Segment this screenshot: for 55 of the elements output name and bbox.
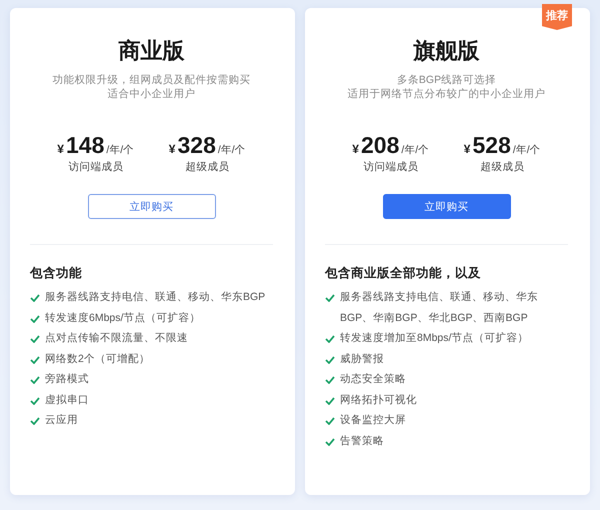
price-amount: 208 <box>360 132 400 158</box>
check-icon <box>30 396 40 404</box>
check-icon <box>30 314 40 322</box>
currency-symbol: ¥ <box>57 142 64 156</box>
plan-title: 商业版 <box>118 38 186 64</box>
check-icon <box>30 294 40 302</box>
price-unit: /年/个 <box>401 143 430 157</box>
price-label: 访问端成员 <box>363 160 418 174</box>
check-icon <box>325 356 335 364</box>
plan-title: 旗舰版 <box>412 38 480 64</box>
feature-text: 动态安全策略 <box>340 372 406 387</box>
recommend-badge: 推荐 <box>542 4 572 30</box>
price-unit: /年/个 <box>512 143 541 157</box>
price-unit: /年/个 <box>218 143 246 157</box>
price-amount: 328 <box>177 132 216 158</box>
feature-text: 服务器线路支持电信、联通、移动、华东BGP <box>45 290 266 305</box>
plan-description: 适合中小企业用户 <box>106 87 196 101</box>
feature-text: 转发速度6Mbps/节点（可扩容） <box>45 310 200 326</box>
check-icon <box>30 376 40 384</box>
feature-text: 威胁警报 <box>340 352 384 366</box>
feature-text: 网络拓扑可视化 <box>340 392 417 408</box>
check-icon <box>325 396 335 404</box>
feature-text: 转发速度增加至8Mbps/节点（可扩容） <box>340 331 528 346</box>
currency-symbol: ¥ <box>352 142 359 156</box>
currency-symbol: ¥ <box>464 142 470 156</box>
buy-button[interactable]: 立即购买 <box>382 194 510 219</box>
feature-text: 旁路模式 <box>45 372 89 387</box>
feature-text: 点对点传输不限流量、不限速 <box>45 331 188 346</box>
currency-symbol: ¥ <box>168 142 176 156</box>
features-heading: 包含商业版全部功能，以及 <box>325 265 482 282</box>
feature-text: 网络数2个（可增配） <box>45 352 150 366</box>
check-icon <box>325 438 335 446</box>
feature-text: 云应用 <box>45 413 78 428</box>
check-icon <box>325 417 335 425</box>
features-heading: 包含功能 <box>30 265 83 282</box>
plan-description: 功能权限升级，组网成员及配件按需购买 <box>52 73 252 87</box>
price-amount: 148 <box>66 132 104 158</box>
check-icon <box>30 335 40 343</box>
price-amount: 528 <box>472 132 511 158</box>
check-icon <box>325 335 335 343</box>
plan-description: 多条BGP线路可选择 <box>396 73 498 87</box>
check-icon <box>30 417 40 425</box>
feature-text: 服务器线路支持电信、联通、移动、华东BGP、华南BGP、华北BGP、西南BGP <box>340 290 539 326</box>
price-label: 超级成员 <box>185 160 230 174</box>
check-icon <box>325 294 335 302</box>
plan-description: 适用于网络节点分布较广的中小企业用户 <box>346 87 546 101</box>
price-label: 超级成员 <box>480 160 524 174</box>
check-icon <box>30 356 40 364</box>
price-unit: /年/个 <box>106 143 134 157</box>
feature-text: 告警策略 <box>340 434 384 448</box>
buy-button[interactable]: 立即购买 <box>88 194 216 219</box>
check-icon <box>325 376 335 384</box>
feature-text: 设备监控大屏 <box>340 413 406 428</box>
price-label: 访问端成员 <box>68 160 124 174</box>
feature-text: 虚拟串口 <box>45 392 89 408</box>
